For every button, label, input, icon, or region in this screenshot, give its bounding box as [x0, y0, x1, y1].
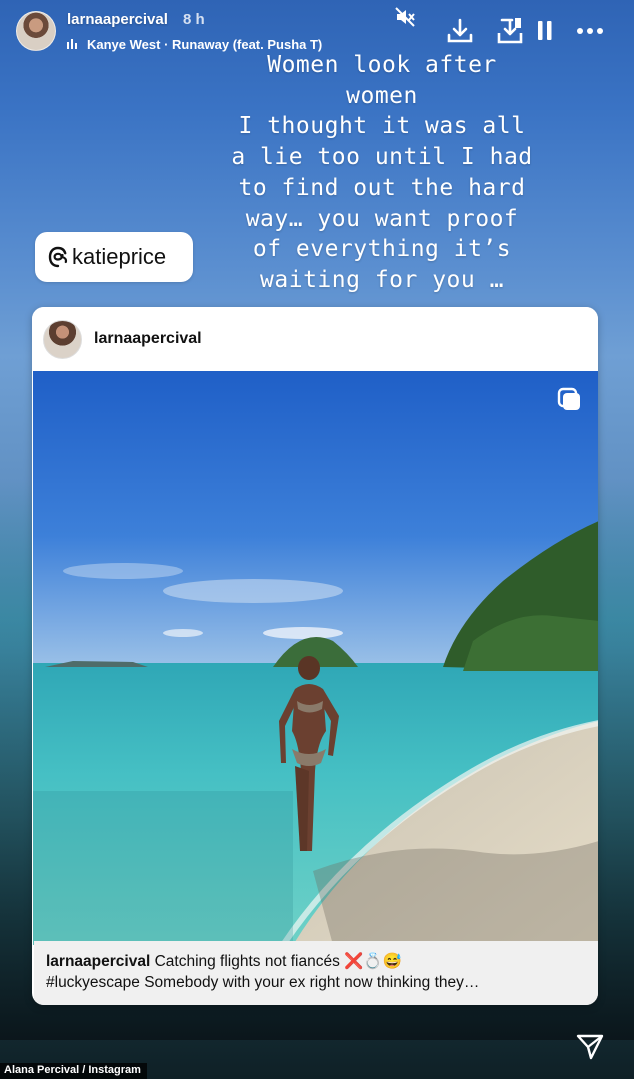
- story-line: women: [346, 82, 418, 109]
- post-caption: larnaapercival Catching flights not fian…: [34, 941, 598, 1005]
- post-header: larnaapercival: [32, 307, 598, 371]
- caption-username[interactable]: larnaapercival: [46, 953, 150, 970]
- story-line: waiting for you …: [260, 266, 504, 293]
- story-line: to find out the hard: [238, 174, 526, 201]
- save-icon[interactable]: [496, 16, 524, 46]
- caption-text: Catching flights not fiancés ❌💍😅: [150, 953, 403, 970]
- mention-username: katieprice: [72, 244, 167, 269]
- threads-icon: [48, 246, 68, 268]
- download-icon[interactable]: [446, 17, 474, 45]
- mute-icon[interactable]: [393, 5, 417, 29]
- post-avatar[interactable]: [43, 320, 82, 359]
- beach-photo: [33, 371, 598, 945]
- story-username[interactable]: larnaapercival: [67, 11, 168, 28]
- shared-post-card[interactable]: larnaapercival larnaapercival Catching f…: [32, 307, 598, 1005]
- carousel-icon: [557, 387, 580, 410]
- pause-icon[interactable]: [537, 20, 553, 42]
- post-username[interactable]: larnaapercival: [94, 330, 202, 348]
- avatar[interactable]: [16, 11, 56, 51]
- story-line: of everything it’s: [252, 236, 512, 263]
- story-line: I thought it was all: [238, 113, 526, 140]
- post-photo[interactable]: [33, 371, 598, 945]
- story-line: a lie too until I had: [231, 144, 533, 171]
- story-line: way… you want proof: [245, 205, 519, 232]
- send-icon[interactable]: [575, 1033, 605, 1061]
- caption-line-1: larnaapercival Catching flights not fian…: [46, 951, 588, 972]
- caption-line-2: #luckyescape Somebody with your ex right…: [46, 974, 480, 991]
- story-time: 8 h: [183, 11, 205, 28]
- mention-sticker[interactable]: katieprice: [35, 232, 193, 282]
- photo-credit: Alana Percival / Instagram: [0, 1063, 147, 1079]
- story-line: Women look after: [267, 52, 497, 78]
- story-caption: Women look after women I thought it was …: [195, 50, 569, 296]
- music-bars-icon: [67, 39, 81, 49]
- more-icon[interactable]: [576, 25, 604, 37]
